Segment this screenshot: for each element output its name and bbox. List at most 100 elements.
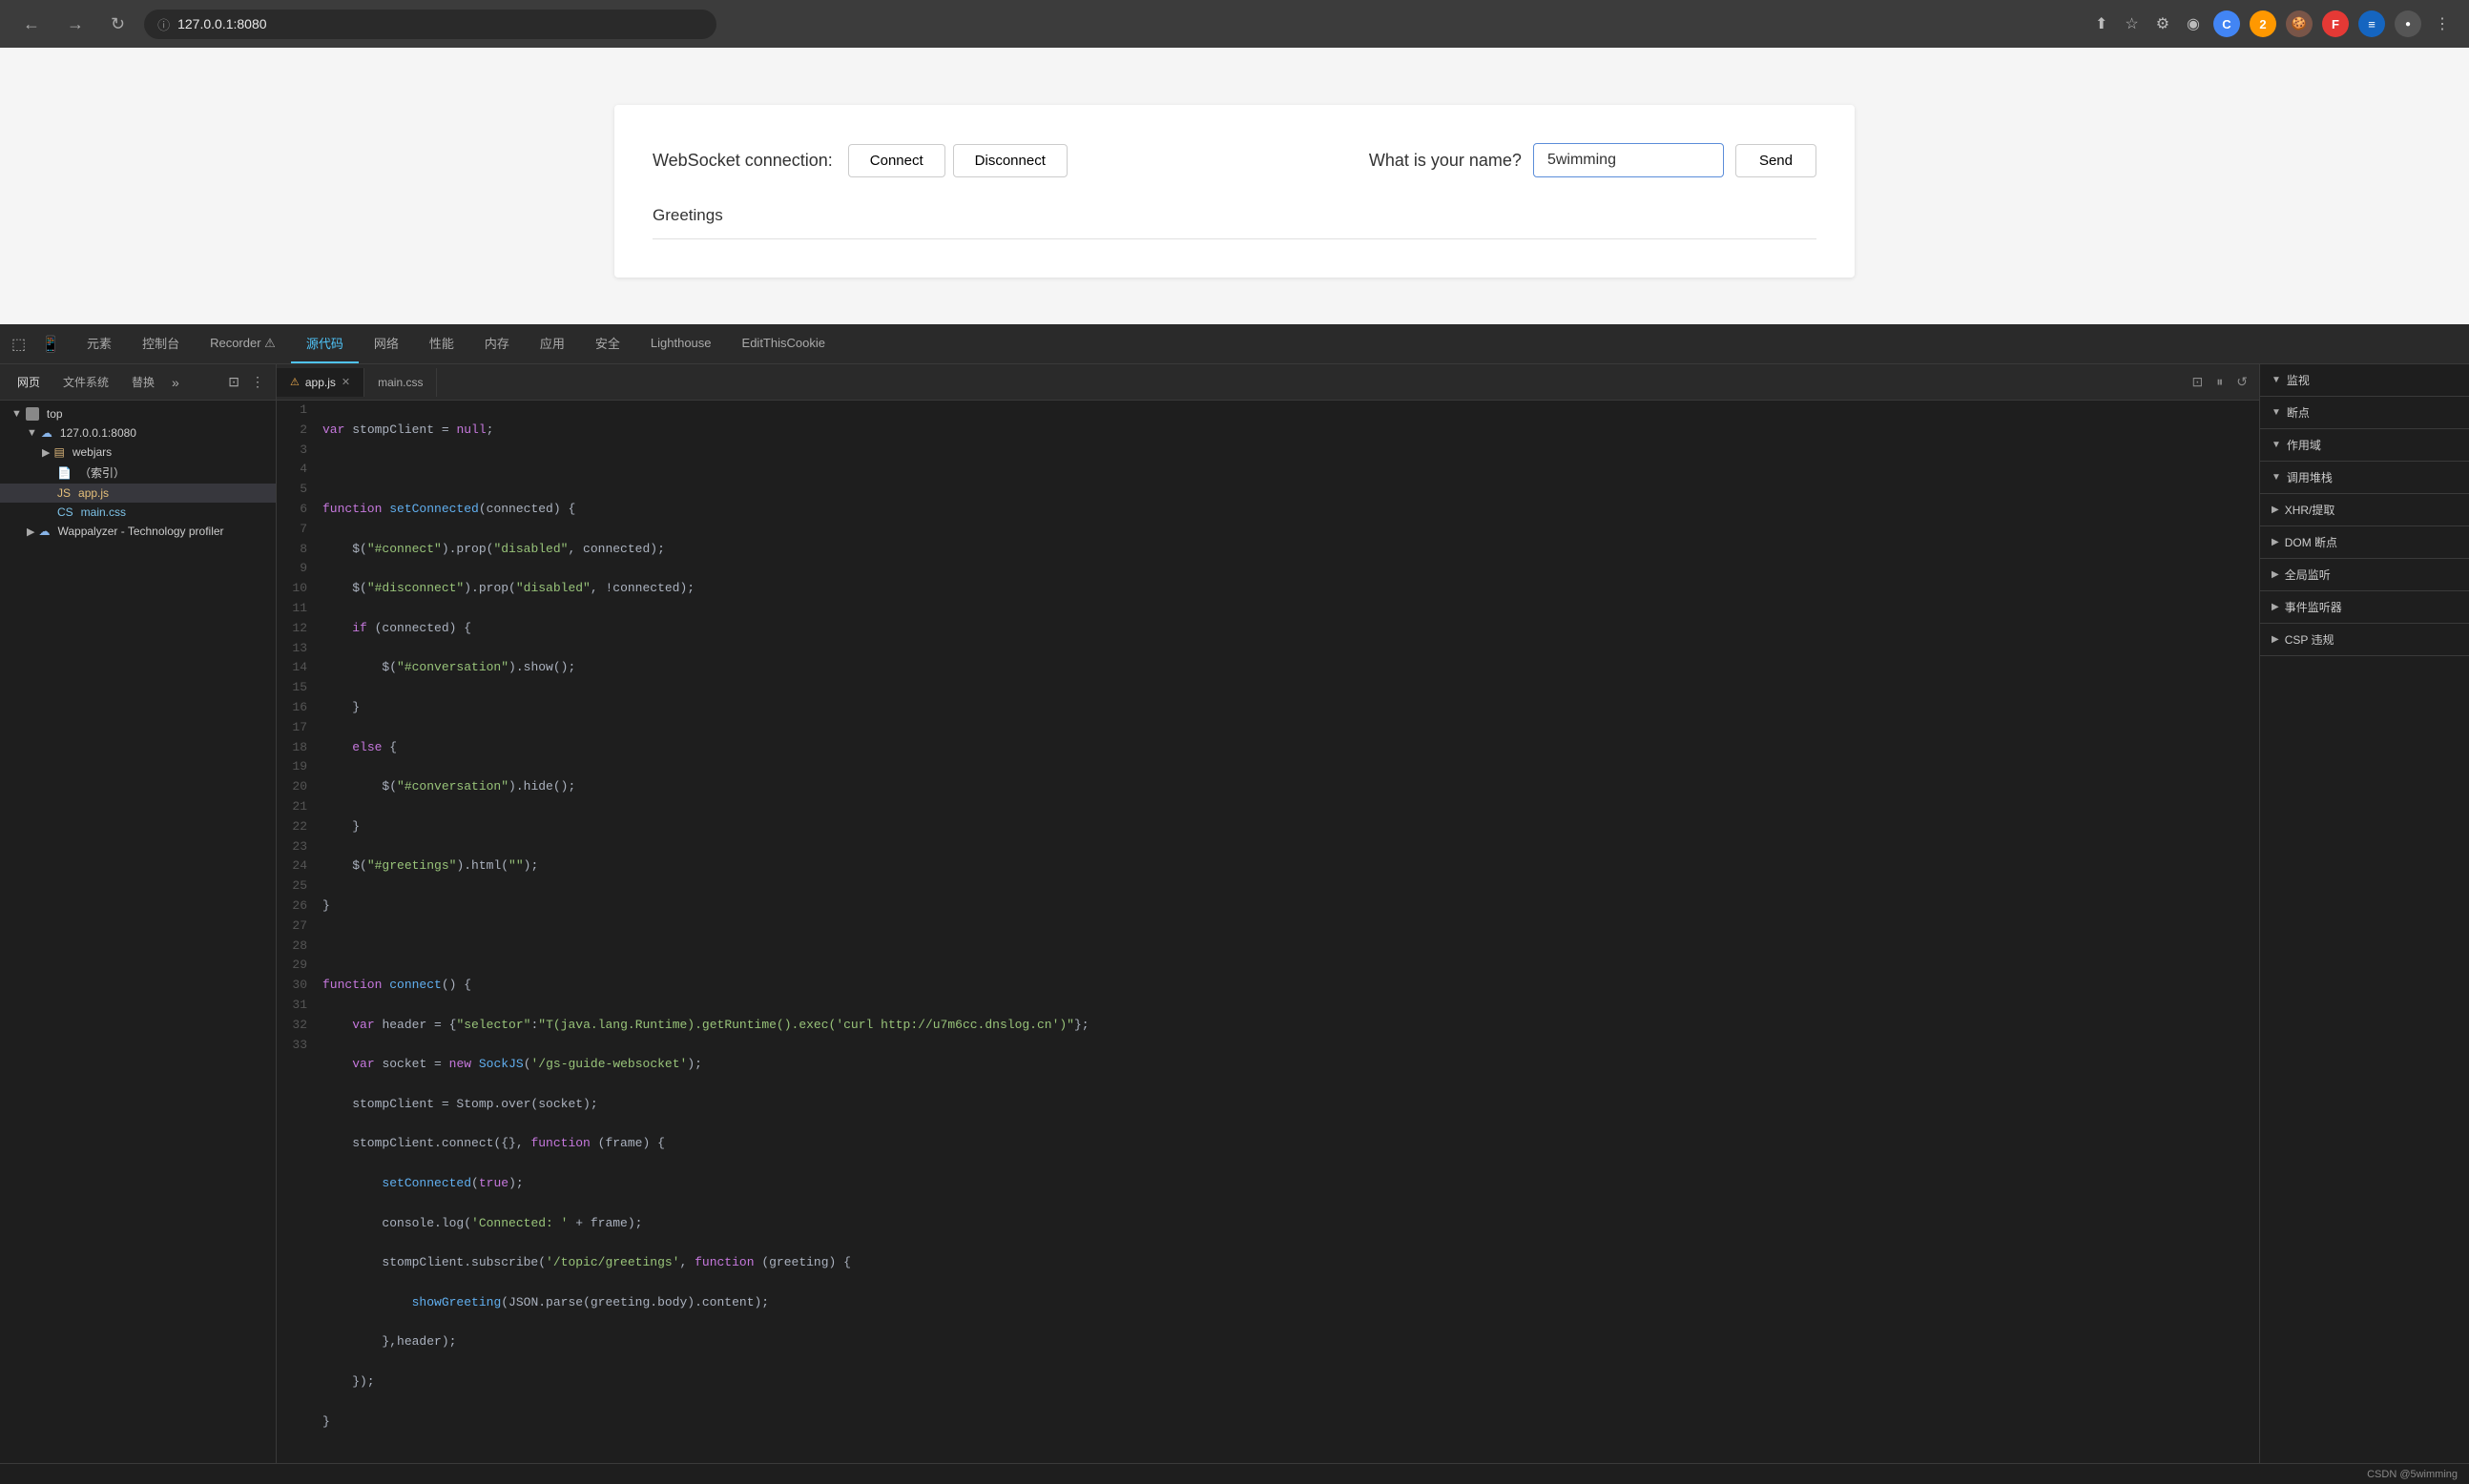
code-content: var stompClient = null; function setConn… [315,401,2259,1463]
cloud-icon-wappalyzer: ☁ [38,525,50,538]
code-tab-appjs[interactable]: ⚠ app.js ✕ [277,368,364,397]
section-breakpoints: ▼ 断点 [2260,397,2469,429]
csp-header[interactable]: ▶ CSP 违规 [2260,624,2469,655]
tab-application[interactable]: 应用 [525,324,580,363]
tab-editthiscookie[interactable]: EditThisCookie [727,326,840,361]
tree-item-index[interactable]: 📄 （索引） [0,462,276,484]
file-tree: ▼ top ▼ ☁ 127.0.0.1:8080 ▶ ▤ webjars [0,401,276,1463]
events-arrow: ▶ [2272,602,2279,612]
tab-sources[interactable]: 源代码 [291,324,359,363]
devtools-inspect-icon[interactable]: ⬚ [8,331,30,358]
tree-label-top: top [47,407,63,421]
name-section: What is your name? Send [1369,143,1816,177]
tab-security[interactable]: 安全 [580,324,635,363]
close-tab-appjs[interactable]: ✕ [342,376,350,388]
section-watch: ▼ 监视 [2260,364,2469,397]
refresh-button[interactable]: ↻ [103,10,133,38]
xhr-header[interactable]: ▶ XHR/提取 [2260,494,2469,526]
events-label: 事件监听器 [2285,599,2342,615]
tree-label-appjs: app.js [78,486,109,500]
extension-3[interactable]: 🍪 [2286,10,2313,37]
breakpoints-arrow: ▼ [2272,407,2281,418]
ws-controls: WebSocket connection: Connect Disconnect… [653,143,1816,177]
extension-1[interactable]: C [2213,10,2240,37]
global-header[interactable]: ▶ 全局监听 [2260,559,2469,590]
dom-arrow: ▶ [2272,537,2279,547]
callstack-arrow: ▼ [2272,472,2281,483]
xhr-label: XHR/提取 [2285,502,2335,518]
global-label: 全局监听 [2285,567,2331,583]
status-bar: CSDN @5wimming [0,1463,2469,1484]
share-button[interactable]: ⬆ [2091,10,2111,37]
greetings-label: Greetings [653,206,1816,239]
webjars-expand-icon: ▶ [42,446,50,459]
global-arrow: ▶ [2272,569,2279,580]
extensions-button[interactable]: ⚙ [2152,10,2173,37]
extension-profile[interactable]: ● [2395,10,2421,37]
csp-label: CSP 违规 [2285,631,2334,648]
address-bar[interactable]: ⓘ 127.0.0.1:8080 [144,10,716,39]
tree-label-host: 127.0.0.1:8080 [60,426,136,440]
dom-header[interactable]: ▶ DOM 断点 [2260,526,2469,558]
profile-button[interactable]: ◉ [2183,10,2204,37]
dom-label: DOM 断点 [2285,534,2337,550]
tree-item-appjs[interactable]: JS app.js [0,484,276,503]
code-tab-maincss[interactable]: main.css [364,368,437,397]
devtools: ⬚ 📱 元素 控制台 Recorder ⚠ 源代码 网络 性能 内存 应用 安全… [0,324,2469,1484]
section-callstack: ▼ 调用堆栈 [2260,462,2469,494]
callstack-header[interactable]: ▼ 调用堆栈 [2260,462,2469,493]
tree-item-top[interactable]: ▼ top [0,404,276,423]
file-icon-maincss: CS [57,505,73,519]
extension-2[interactable]: 2 [2250,10,2276,37]
connect-button[interactable]: Connect [848,144,945,177]
tree-item-maincss[interactable]: CS main.css [0,503,276,522]
extension-4[interactable]: F [2322,10,2349,37]
tab-lighthouse[interactable]: Lighthouse [635,326,727,361]
code-area[interactable]: 12345 678910 1112131415 1617181920 21222… [277,401,2259,1463]
browser-actions: ⬆ ☆ ⚙ ◉ C 2 🍪 F ≡ ● ⋮ [2091,10,2454,37]
events-header[interactable]: ▶ 事件监听器 [2260,591,2469,623]
devtools-mobile-icon[interactable]: 📱 [37,331,64,358]
tree-label-wappalyzer: Wappalyzer - Technology profiler [57,525,223,538]
tab-recorder[interactable]: Recorder ⚠ [195,326,291,362]
step-icon[interactable]: ↺ [2232,372,2251,392]
send-button[interactable]: Send [1735,144,1816,177]
code-tab-appjs-label: app.js [305,376,336,389]
left-tab-more[interactable]: » [172,375,179,390]
pause-icon[interactable]: ⏸ [2212,372,2227,392]
csp-arrow: ▶ [2272,634,2279,645]
tab-memory[interactable]: 内存 [469,324,525,363]
collapse-panel-icon[interactable]: ⊡ [2189,372,2208,392]
devtools-body: 网页 文件系统 替换 » ⊡ ⋮ ▼ top [0,364,2469,1463]
tab-network[interactable]: 网络 [359,324,414,363]
panel-action-icon1[interactable]: ⊡ [224,372,243,392]
left-tab-overrides[interactable]: 替换 [122,368,164,396]
tree-item-wappalyzer[interactable]: ▶ ☁ Wappalyzer - Technology profiler [0,522,276,541]
tree-item-host[interactable]: ▼ ☁ 127.0.0.1:8080 [0,423,276,443]
tree-item-webjars[interactable]: ▶ ▤ webjars [0,443,276,462]
panel-action-icon2[interactable]: ⋮ [247,372,268,392]
tab-console[interactable]: 控制台 [127,324,195,363]
forward-button[interactable]: → [59,10,92,38]
left-tab-filesystem[interactable]: 文件系统 [53,368,118,396]
tree-label-index: （索引） [79,464,125,481]
name-input[interactable] [1533,143,1724,177]
tree-label-webjars: webjars [73,445,112,459]
bookmark-button[interactable]: ☆ [2121,10,2142,37]
folder-expand-icon: ▼ [11,408,22,420]
extension-5[interactable]: ≡ [2358,10,2385,37]
disconnect-button[interactable]: Disconnect [953,144,1068,177]
folder-icon-webjars: ▤ [53,445,64,459]
left-tab-webpage[interactable]: 网页 [8,368,50,396]
section-xhr: ▶ XHR/提取 [2260,494,2469,526]
breakpoints-label: 断点 [2287,404,2310,421]
tab-performance[interactable]: 性能 [414,324,469,363]
tab-elements[interactable]: 元素 [72,324,127,363]
watch-header[interactable]: ▼ 监视 [2260,364,2469,396]
back-button[interactable]: ← [15,10,48,38]
name-label: What is your name? [1369,151,1522,171]
scope-header[interactable]: ▼ 作用域 [2260,429,2469,461]
breakpoints-header[interactable]: ▼ 断点 [2260,397,2469,428]
left-panel: 网页 文件系统 替换 » ⊡ ⋮ ▼ top [0,364,277,1463]
menu-button[interactable]: ⋮ [2431,10,2454,37]
